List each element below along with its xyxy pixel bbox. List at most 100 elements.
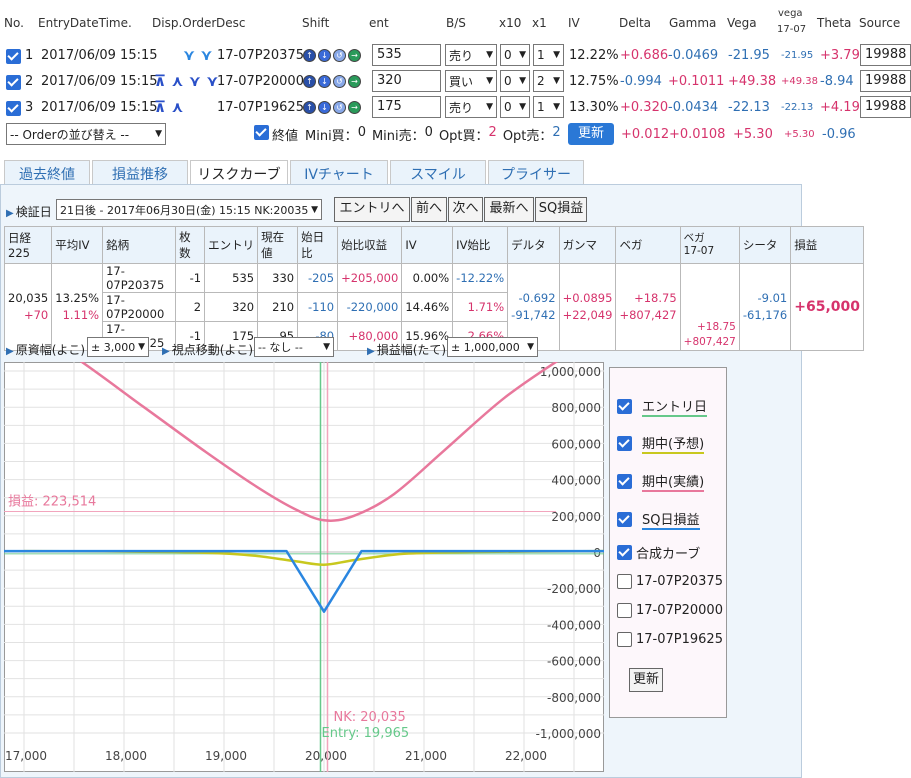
x1-select[interactable]: 1 ▼ xyxy=(533,44,564,66)
vega-cell: +18.75 +807,427 xyxy=(615,263,681,351)
shift-reset-icon[interactable]: ↺ xyxy=(333,49,346,62)
x-tick-label: 22,000 xyxy=(505,749,547,763)
shift-down-icon[interactable]: ↓ xyxy=(318,101,331,114)
latest-button[interactable]: 最新へ xyxy=(484,197,534,222)
tab-iv-chart[interactable]: IVチャート xyxy=(290,160,388,187)
col-bs: B/S xyxy=(446,16,466,30)
shift-right-icon[interactable]: → xyxy=(348,75,361,88)
shift-up-icon[interactable]: ↑ xyxy=(303,49,316,62)
mid-expected-label: 期中(予想) xyxy=(642,433,705,454)
legend-update-button[interactable]: 更新 xyxy=(629,668,663,692)
risk-curve-chart[interactable]: 1,000,000800,000600,000400,000200,0000-2… xyxy=(4,362,604,772)
row-no: 2 xyxy=(25,74,34,89)
y-range-select[interactable]: ± 1,000,000 ▼ xyxy=(447,337,538,357)
to-entry-button[interactable]: エントリへ xyxy=(334,197,410,222)
row-delta: +0.320 xyxy=(620,100,669,115)
next-button[interactable]: 次へ xyxy=(448,197,483,222)
x1-select[interactable]: 1 ▼ xyxy=(533,96,564,118)
legend-p3[interactable]: 17-07P19625 xyxy=(617,625,726,654)
row-desc: 17-07P20375 xyxy=(217,48,304,63)
x10-select[interactable]: 0 ▼ xyxy=(500,44,530,66)
shift-reset-icon[interactable]: ↺ xyxy=(333,75,346,88)
tab-risk-curve[interactable]: リスクカーブ xyxy=(190,160,288,187)
legend-combined[interactable]: 合成カーブ xyxy=(617,538,726,567)
shift-down-icon[interactable]: ↓ xyxy=(318,49,331,62)
row-checkbox[interactable] xyxy=(6,75,21,93)
row-theta: +4.19 xyxy=(820,100,860,115)
opt-sell-count: 2 xyxy=(552,125,561,140)
combined-checkbox[interactable] xyxy=(617,545,632,560)
entry-price-input[interactable]: 175 xyxy=(372,96,441,118)
source-input[interactable]: 19988 xyxy=(860,70,911,92)
col-vega2-top: vega xyxy=(778,8,803,19)
row1-entry: 535 xyxy=(204,263,259,293)
disp-order-arrows[interactable]: ⊼ ⋏ ⋎ ⋎ xyxy=(154,72,218,90)
buy-sell-select[interactable]: 買い ▼ xyxy=(445,70,497,92)
p1-checkbox[interactable] xyxy=(617,574,632,589)
order-sort-select[interactable]: -- Orderの並び替え -- ▼ xyxy=(6,123,166,145)
buy-sell-select[interactable]: 売り ▼ xyxy=(445,96,497,118)
tab-past-close[interactable]: 過去終値 xyxy=(4,160,90,187)
prev-button[interactable]: 前へ xyxy=(411,197,447,222)
vega-amount: +807,427 xyxy=(619,308,677,322)
buy-sell-select[interactable]: 売り ▼ xyxy=(445,44,497,66)
entry-day-checkbox[interactable] xyxy=(617,398,632,414)
close-checkbox[interactable] xyxy=(254,125,269,143)
p3-checkbox[interactable] xyxy=(617,632,632,647)
tab-pnl-trend[interactable]: 損益推移 xyxy=(92,160,188,187)
x10-select[interactable]: 0 ▼ xyxy=(500,96,530,118)
view-move-label: ▶ 視点移動(よこ) xyxy=(162,341,253,358)
tab-pricer[interactable]: プライサー xyxy=(488,160,584,187)
y-tick-label: -200,000 xyxy=(547,582,601,596)
shift-up-icon[interactable]: ↑ xyxy=(303,75,316,88)
shift-reset-icon[interactable]: ↺ xyxy=(333,101,346,114)
th-vega-1707: ベガ 17-07 xyxy=(679,226,740,264)
shift-buttons[interactable]: ↑ ↓ ↺ → xyxy=(303,49,363,62)
legend-mid-actual[interactable]: 期中(実績) xyxy=(617,462,726,500)
disp-order-arrows[interactable]: ⋎ ⋎ xyxy=(183,46,213,64)
theta-amount: -61,176 xyxy=(742,308,788,322)
shift-up-icon[interactable]: ↑ xyxy=(303,101,316,114)
row2-pnl: -220,000 xyxy=(337,292,403,322)
mid-expected-checkbox[interactable] xyxy=(617,435,632,451)
mid-actual-checkbox[interactable] xyxy=(617,473,632,489)
entry-price-input[interactable]: 535 xyxy=(372,44,441,66)
combined-label: 合成カーブ xyxy=(636,547,701,562)
source-input[interactable]: 19988 xyxy=(860,44,911,66)
close-label: 終値 xyxy=(272,129,299,144)
tab-smile[interactable]: スマイル xyxy=(390,160,486,187)
legend-p2[interactable]: 17-07P20000 xyxy=(617,596,726,625)
sq-pnl-checkbox[interactable] xyxy=(617,511,632,527)
delta-amount: -91,742 xyxy=(511,308,556,322)
shift-right-icon[interactable]: → xyxy=(348,49,361,62)
entry-price-input[interactable]: 320 xyxy=(372,70,441,92)
chevron-down-icon: ▼ xyxy=(138,342,145,352)
row-checkbox[interactable] xyxy=(6,49,21,67)
legend-p1[interactable]: 17-07P20375 xyxy=(617,567,726,596)
row-gamma: -0.0469 xyxy=(668,48,719,63)
row-delta: +0.686 xyxy=(620,48,669,63)
shift-right-icon[interactable]: → xyxy=(348,101,361,114)
sq-pnl-button[interactable]: SQ損益 xyxy=(535,197,587,222)
gamma-cell: +0.0895 +22,049 xyxy=(558,263,617,351)
legend-mid-expected[interactable]: 期中(予想) xyxy=(617,424,726,462)
row-vega2: -22.13 xyxy=(781,102,814,113)
entry-day-label: エントリ日 xyxy=(642,396,708,417)
shift-buttons[interactable]: ↑ ↓ ↺ → xyxy=(303,101,363,114)
row-checkbox[interactable] xyxy=(6,101,21,119)
legend-sq-pnl[interactable]: SQ日損益 xyxy=(617,500,726,538)
p2-checkbox[interactable] xyxy=(617,603,632,618)
col-iv: IV xyxy=(568,16,580,30)
legend-entry-day[interactable]: エントリ日 xyxy=(617,388,726,424)
shift-down-icon[interactable]: ↓ xyxy=(318,75,331,88)
view-move-select[interactable]: -- なし -- ▼ xyxy=(254,337,334,357)
update-button[interactable]: 更新 xyxy=(568,123,614,145)
x10-select[interactable]: 0 ▼ xyxy=(500,70,530,92)
verify-date-select[interactable]: 21日後 - 2017年06月30日(金) 15:15 NK:20035 ▼ xyxy=(56,199,322,220)
shift-buttons[interactable]: ↑ ↓ ↺ → xyxy=(303,75,363,88)
x-range-select[interactable]: ± 3,000 ▼ xyxy=(87,337,149,357)
p3-label: 17-07P19625 xyxy=(636,632,723,647)
disp-order-arrows[interactable]: ⊼ ⋏ xyxy=(154,98,184,116)
source-input[interactable]: 19988 xyxy=(860,96,911,118)
x1-select[interactable]: 2 ▼ xyxy=(533,70,564,92)
